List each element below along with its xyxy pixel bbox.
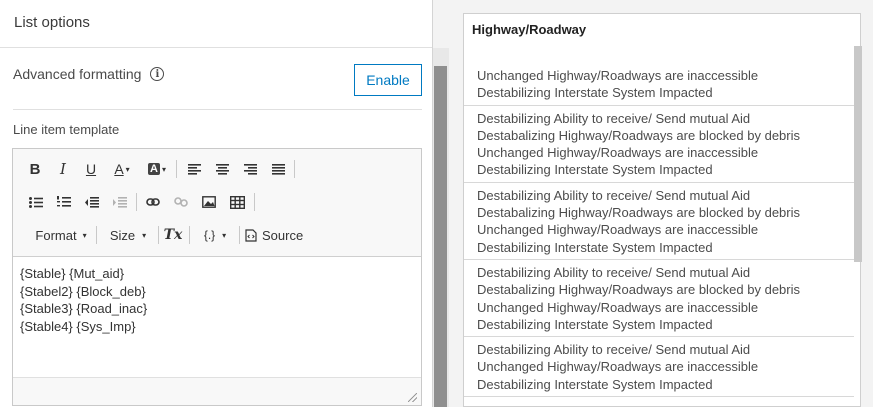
background-color-button[interactable]: A ▾ bbox=[143, 158, 171, 180]
template-line: {Stable3} {Road_inac} bbox=[20, 301, 148, 316]
align-right-icon[interactable] bbox=[241, 158, 259, 180]
list-item-line: Destabilizing Interstate System Impacted bbox=[477, 316, 713, 332]
toolbar-separator bbox=[294, 160, 295, 178]
chevron-down-icon: ▾ bbox=[161, 164, 166, 174]
toolbar-separator bbox=[96, 226, 97, 244]
insert-field-glyph: {.} bbox=[203, 228, 216, 242]
chevron-down-icon: ▾ bbox=[222, 230, 227, 240]
list-item: Unchanged Highway/Roadways are inaccessi… bbox=[464, 46, 854, 106]
resize-handle-icon[interactable] bbox=[408, 393, 417, 402]
bulleted-list-icon[interactable] bbox=[27, 191, 45, 213]
list-item-line: Destabilizing Ability to receive/ Send m… bbox=[477, 342, 751, 358]
align-justify-icon[interactable] bbox=[269, 158, 287, 180]
enable-button[interactable]: Enable bbox=[354, 64, 422, 96]
template-editor-content[interactable]: {Stable} {Mut_aid} {Stabel2} {Block_deb}… bbox=[13, 257, 421, 377]
list-item-line: Destabalizing Highway/Roadways are block… bbox=[477, 127, 801, 143]
link-icon[interactable] bbox=[144, 191, 162, 213]
format-dropdown[interactable]: Format ▾ bbox=[33, 224, 89, 246]
toolbar-separator bbox=[136, 193, 137, 211]
list-item-line: Unchanged Highway/Roadways are inaccessi… bbox=[477, 222, 759, 238]
background-color-glyph: A bbox=[148, 163, 160, 175]
size-dropdown-label: Size bbox=[109, 227, 136, 243]
list-item-line: Unchanged Highway/Roadways are inaccessi… bbox=[477, 145, 759, 161]
advanced-formatting-row: Advanced formatting i bbox=[13, 66, 165, 82]
editor-footer bbox=[13, 377, 421, 405]
panel-body: Advanced formatting i Enable Line item t… bbox=[0, 48, 433, 407]
list-item-line: Destabilizing Interstate System Impacted bbox=[477, 162, 713, 178]
chevron-down-icon: ▾ bbox=[82, 230, 87, 240]
info-icon[interactable]: i bbox=[150, 67, 165, 81]
preview-scrollbar-thumb[interactable] bbox=[854, 46, 862, 262]
source-icon bbox=[245, 228, 257, 242]
text-color-glyph: A bbox=[114, 161, 124, 177]
list-item-line: Destabilizing Interstate System Impacted bbox=[477, 239, 713, 255]
source-label: Source bbox=[262, 227, 304, 243]
preview-panel: Highway/Roadway Unchanged Highway/Roadwa… bbox=[463, 13, 862, 407]
list-item-line: Destabalizing Highway/Roadways are block… bbox=[477, 205, 801, 221]
toolbar-separator bbox=[189, 226, 190, 244]
toolbar-separator bbox=[158, 226, 159, 244]
scrollbar-thumb[interactable] bbox=[434, 66, 447, 407]
indent-decrease-icon[interactable] bbox=[83, 191, 101, 213]
preview-title: Highway/Roadway bbox=[472, 22, 587, 37]
chevron-down-icon: ▾ bbox=[142, 230, 147, 240]
italic-button[interactable]: I bbox=[55, 158, 71, 180]
template-line: {Stabel2} {Block_deb} bbox=[20, 283, 146, 299]
list-item: Destabilizing Ability to receive/ Send m… bbox=[464, 106, 854, 183]
align-left-icon[interactable] bbox=[185, 158, 203, 180]
divider bbox=[13, 109, 422, 110]
template-line: {Stable4} {Sys_Imp} bbox=[20, 318, 136, 334]
unlink-icon[interactable] bbox=[172, 191, 190, 213]
numbered-list-icon[interactable] bbox=[55, 191, 73, 213]
insert-field-dropdown[interactable]: {.} ▾ bbox=[197, 224, 233, 246]
list-item-line: Unchanged Highway/Roadways are inaccessi… bbox=[477, 299, 759, 315]
image-icon[interactable] bbox=[200, 191, 218, 213]
list-item: Destabilizing Ability to receive/ Send m… bbox=[464, 260, 854, 338]
panel-title: List options bbox=[0, 0, 432, 48]
toolbar-separator bbox=[176, 160, 177, 178]
list-item-line: Unchanged Highway/Roadways are inaccessi… bbox=[477, 359, 759, 375]
format-dropdown-label: Format bbox=[35, 227, 77, 243]
bold-button[interactable]: B bbox=[27, 158, 43, 180]
chevron-down-icon: ▾ bbox=[125, 164, 130, 174]
rich-text-editor: B I U A ▾ A ▾ Format ▾ Size ▾ Tx {.} ▾ S… bbox=[12, 148, 422, 406]
template-line: {Stable} {Mut_aid} bbox=[20, 266, 125, 281]
underline-button[interactable]: U bbox=[83, 158, 99, 180]
size-dropdown[interactable]: Size ▾ bbox=[105, 224, 151, 246]
clear-formatting-button[interactable]: Tx bbox=[164, 224, 183, 246]
list-item-line: Destabalizing Highway/Roadways are block… bbox=[477, 282, 801, 298]
advanced-formatting-label: Advanced formatting bbox=[13, 66, 142, 82]
list-item: Destabilizing Ability to receive/ Send m… bbox=[464, 183, 854, 260]
list-item-line: Unchanged Highway/Roadways are inaccessi… bbox=[477, 68, 759, 83]
list-item: Destabilizing Ability to receive/ Send m… bbox=[464, 337, 854, 398]
list-item-line: Destabilizing Ability to receive/ Send m… bbox=[477, 264, 751, 280]
list-item-line: Destabilizing Ability to receive/ Send m… bbox=[477, 187, 751, 203]
line-item-template-label: Line item template bbox=[13, 122, 120, 137]
preview-list: Unchanged Highway/Roadways are inaccessi… bbox=[464, 46, 854, 398]
table-icon[interactable] bbox=[228, 191, 246, 213]
list-item-line: Destabilizing Interstate System Impacted bbox=[477, 376, 713, 392]
align-center-icon[interactable] bbox=[213, 158, 231, 180]
list-options-panel: List options Advanced formatting i Enabl… bbox=[0, 0, 433, 407]
indent-increase-icon[interactable] bbox=[111, 191, 129, 213]
toolbar-separator bbox=[254, 193, 255, 211]
list-item-line: Destabilizing Interstate System Impacted bbox=[477, 85, 713, 101]
text-color-button[interactable]: A ▾ bbox=[109, 158, 135, 180]
editor-toolbar: B I U A ▾ A ▾ Format ▾ Size ▾ Tx {.} ▾ S… bbox=[13, 149, 421, 257]
toolbar-separator bbox=[239, 226, 240, 244]
list-item-line: Destabilizing Ability to receive/ Send m… bbox=[477, 110, 751, 126]
source-button[interactable]: Source bbox=[245, 224, 307, 246]
